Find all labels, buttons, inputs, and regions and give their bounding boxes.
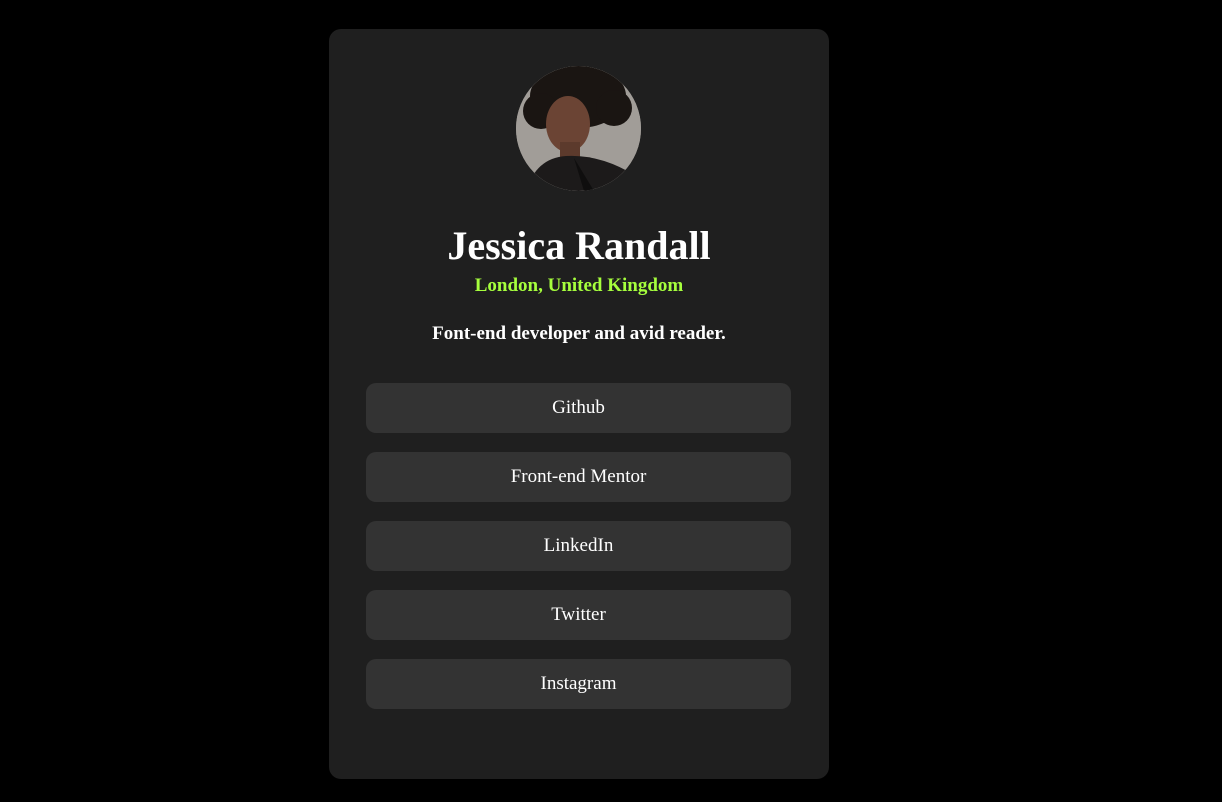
social-link-item: Github [366,383,791,433]
instagram-link-button[interactable]: Instagram [366,659,791,709]
linkedin-link-button[interactable]: LinkedIn [366,521,791,571]
github-link-button[interactable]: Github [366,383,791,433]
profile-photo-icon [516,66,641,191]
profile-card: Jessica Randall London, United Kingdom F… [329,29,829,779]
profile-location: London, United Kingdom [474,275,684,296]
frontend-mentor-link-button[interactable]: Front-end Mentor [366,452,791,502]
social-link-item: Twitter [366,590,791,640]
twitter-link-button[interactable]: Twitter [366,590,791,640]
social-link-item: Front-end Mentor [366,452,791,502]
social-link-item: LinkedIn [366,521,791,571]
social-link-item: Instagram [366,659,791,709]
social-links-list: Github Front-end Mentor LinkedIn Twitter… [366,383,791,728]
profile-bio: Font-end developer and avid reader. [432,323,726,344]
avatar [516,66,641,191]
profile-name: Jessica Randall [447,223,711,268]
